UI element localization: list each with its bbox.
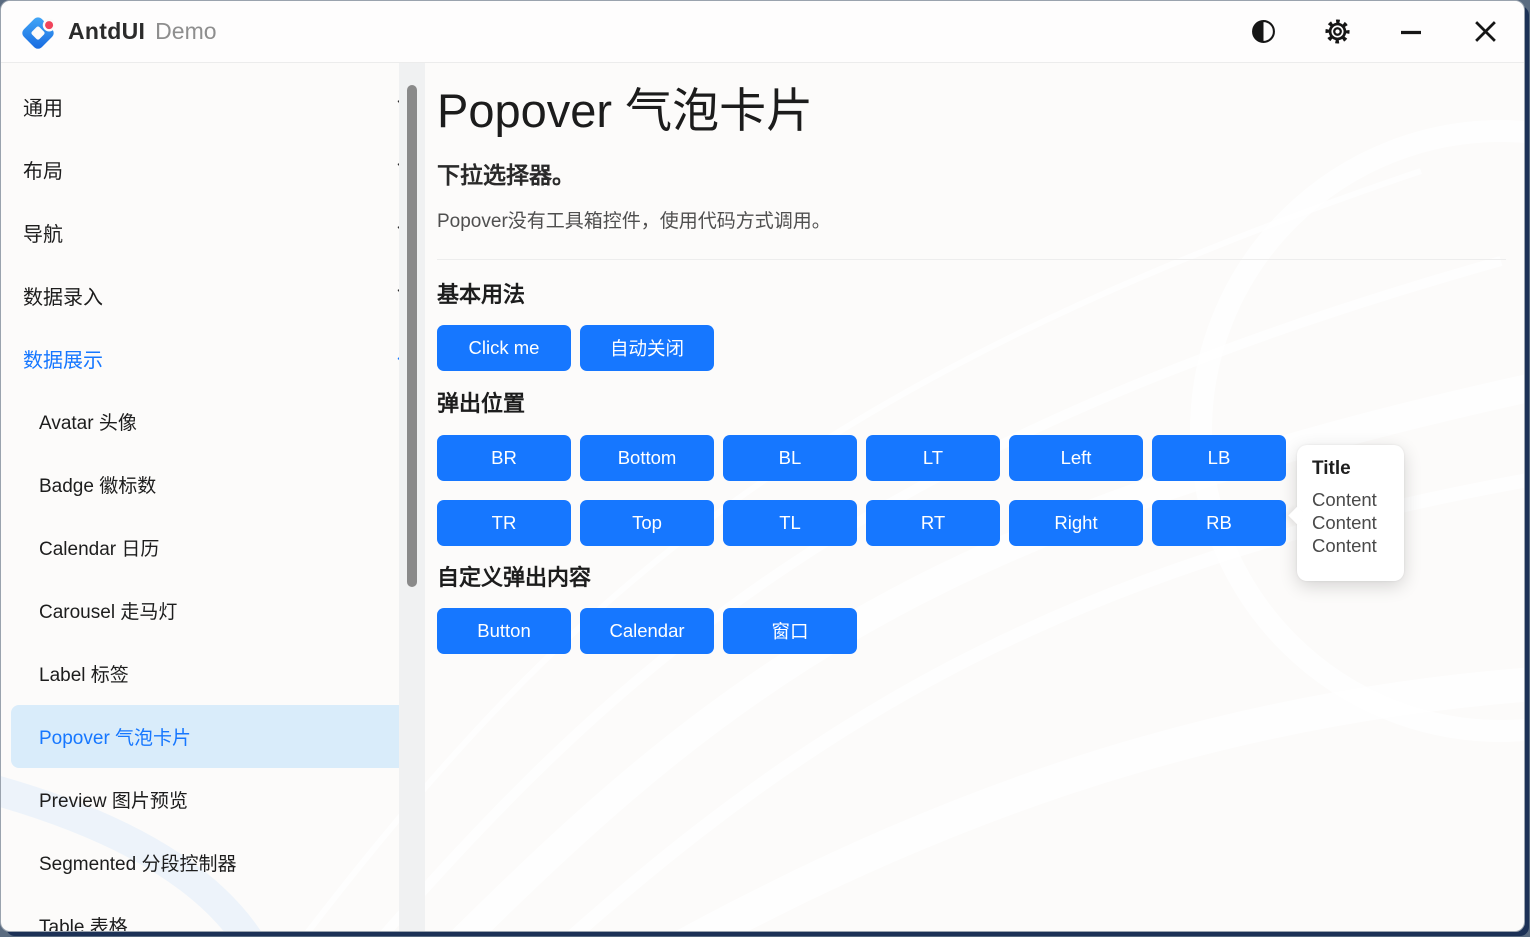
sidebar-item-segmented[interactable]: Segmented 分段控制器: [11, 831, 424, 894]
app-window: AntdUI Demo: [0, 0, 1525, 932]
section-heading-basic-usage: 基本用法: [437, 281, 1506, 309]
pos-button-right[interactable]: Right: [1009, 500, 1143, 546]
sidebar-item-badge[interactable]: Badge 徽标数: [11, 453, 424, 516]
sidebar-item-table[interactable]: Table 表格: [11, 894, 424, 932]
pos-button-lb[interactable]: LB: [1152, 435, 1286, 481]
sidebar-item-label: Preview 图片预览: [39, 786, 188, 813]
sidebar-group-label: 布局: [23, 155, 63, 184]
sidebar-item-label[interactable]: Label 标签: [11, 642, 424, 705]
divider: [437, 259, 1506, 260]
pos-button-bottom[interactable]: Bottom: [580, 435, 714, 481]
sidebar-group-general[interactable]: 通用: [1, 75, 425, 138]
settings-gear-icon[interactable]: [1320, 15, 1354, 49]
titlebar: AntdUI Demo: [1, 1, 1524, 63]
popover-card: Title Content Content Content: [1297, 445, 1404, 581]
pos-button-top[interactable]: Top: [580, 500, 714, 546]
sidebar-group-data-display[interactable]: 数据展示: [1, 327, 425, 390]
auto-close-button[interactable]: 自动关闭: [580, 325, 714, 371]
app-title: AntdUI: [68, 18, 145, 45]
sidebar-item-label: Calendar 日历: [39, 534, 159, 561]
click-me-button[interactable]: Click me: [437, 325, 571, 371]
sidebar-group-label: 数据展示: [23, 344, 103, 373]
sidebar-item-label: Badge 徽标数: [39, 471, 156, 498]
pos-button-rb[interactable]: RB: [1152, 500, 1286, 546]
sidebar-item-label: Segmented 分段控制器: [39, 849, 236, 876]
app-body: 通用 布局 导航 数据录入: [1, 63, 1524, 932]
close-button[interactable]: [1468, 15, 1502, 49]
popover-content: Content Content Content: [1312, 488, 1404, 557]
popover-content-line: Content: [1312, 488, 1404, 511]
sidebar-item-preview[interactable]: Preview 图片预览: [11, 768, 424, 831]
app-logo-icon: [19, 13, 57, 51]
page-title: Popover 气泡卡片: [437, 83, 1506, 139]
sidebar-group-label: 导航: [23, 218, 63, 247]
sidebar-group-navigation[interactable]: 导航: [1, 201, 425, 264]
app-subtitle: Demo: [155, 18, 216, 45]
sidebar-group-label: 通用: [23, 92, 63, 121]
sidebar-item-carousel[interactable]: Carousel 走马灯: [11, 579, 424, 642]
sidebar-group-data-entry[interactable]: 数据录入: [1, 264, 425, 327]
pos-button-tr[interactable]: TR: [437, 500, 571, 546]
sidebar-item-calendar[interactable]: Calendar 日历: [11, 516, 424, 579]
pos-button-bl[interactable]: BL: [723, 435, 857, 481]
page-subtitle: 下拉选择器。: [437, 156, 1506, 190]
sidebar-item-label: Carousel 走马灯: [39, 597, 177, 624]
popover-content-line: Content: [1312, 534, 1404, 557]
sidebar-item-label: Avatar 头像: [39, 408, 137, 435]
sidebar-group-label: 数据录入: [23, 281, 103, 310]
pos-button-left[interactable]: Left: [1009, 435, 1143, 481]
sidebar: 通用 布局 导航 数据录入: [1, 63, 425, 932]
basic-usage-buttons: Click me 自动关闭: [437, 325, 1506, 371]
sidebar-item-avatar[interactable]: Avatar 头像: [11, 390, 424, 453]
custom-button-button[interactable]: Button: [437, 608, 571, 654]
popover-title: Title: [1312, 458, 1404, 480]
sidebar-scrollbar-thumb[interactable]: [407, 85, 417, 587]
custom-window-button[interactable]: 窗口: [723, 608, 857, 654]
sidebar-scrollbar-track[interactable]: [399, 63, 425, 932]
theme-toggle-icon[interactable]: [1246, 15, 1280, 49]
titlebar-actions: [1246, 15, 1502, 49]
minimize-button[interactable]: [1394, 15, 1428, 49]
page-description: Popover没有工具箱控件，使用代码方式调用。: [437, 206, 1506, 233]
sidebar-item-label: Popover 气泡卡片: [39, 723, 191, 750]
custom-content-buttons: Button Calendar 窗口: [437, 608, 1506, 654]
pos-button-tl[interactable]: TL: [723, 500, 857, 546]
sidebar-group-layout[interactable]: 布局: [1, 138, 425, 201]
pos-button-br[interactable]: BR: [437, 435, 571, 481]
sidebar-item-popover[interactable]: Popover 气泡卡片: [11, 705, 424, 768]
sidebar-item-label: Table 表格: [39, 912, 128, 932]
section-heading-positions: 弹出位置: [437, 390, 1506, 418]
main-content: Popover 气泡卡片 下拉选择器。 Popover没有工具箱控件，使用代码方…: [425, 63, 1524, 932]
sidebar-item-label: Label 标签: [39, 660, 129, 687]
pos-button-lt[interactable]: LT: [866, 435, 1000, 481]
custom-calendar-button[interactable]: Calendar: [580, 608, 714, 654]
pos-button-rt[interactable]: RT: [866, 500, 1000, 546]
popover-content-line: Content: [1312, 511, 1404, 534]
